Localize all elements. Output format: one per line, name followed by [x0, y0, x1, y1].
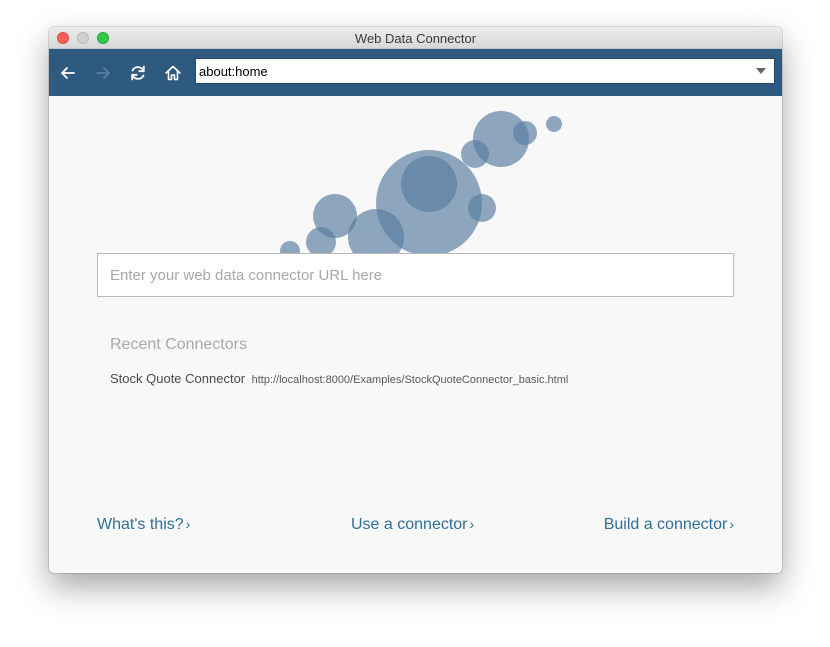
bubbles-illustration: [280, 111, 562, 253]
recent-connectors-heading: Recent Connectors: [110, 336, 247, 353]
use-connector-link[interactable]: Use a connector ›: [351, 516, 474, 534]
chevron-right-icon: ›: [469, 516, 475, 532]
recent-connector-item[interactable]: Stock Quote Connector http://localhost:8…: [110, 370, 568, 388]
forward-arrow-icon: [96, 67, 110, 79]
chevron-right-icon: ›: [729, 516, 734, 532]
address-input[interactable]: [199, 61, 739, 81]
forward-button[interactable]: [93, 63, 113, 83]
build-connector-label: Build a connector: [603, 516, 728, 533]
build-connector-link[interactable]: Build a connector ›: [604, 516, 734, 534]
home-page: Recent Connectors Stock Quote Connector …: [49, 96, 782, 573]
app-window: Web Data Connector about:home Enter your…: [49, 27, 782, 573]
reload-button[interactable]: [128, 63, 148, 83]
connector-url-input[interactable]: [110, 265, 710, 285]
toolbar: [49, 49, 782, 96]
address-bar: [195, 58, 775, 84]
title-bar: Web Data Connector: [49, 27, 782, 49]
window-title: Web Data Connector: [354, 31, 477, 46]
reload-icon: [131, 65, 145, 81]
back-arrow-icon: [61, 67, 75, 79]
home-icon: [165, 65, 181, 81]
connector-url-field: [97, 253, 734, 297]
use-connector-label: Use a connector: [351, 516, 468, 533]
home-button[interactable]: [163, 63, 183, 83]
chevron-right-icon: ›: [185, 516, 191, 532]
whats-this-label: What's this?: [97, 516, 184, 533]
back-button[interactable]: [58, 63, 78, 83]
whats-this-link[interactable]: What's this? ›: [97, 516, 190, 534]
recent-connector-url: http://localhost:8000/Examples/StockQuot…: [251, 374, 569, 386]
chevron-down-icon[interactable]: [756, 68, 766, 74]
recent-connector-name: Stock Quote Connector: [110, 371, 246, 386]
